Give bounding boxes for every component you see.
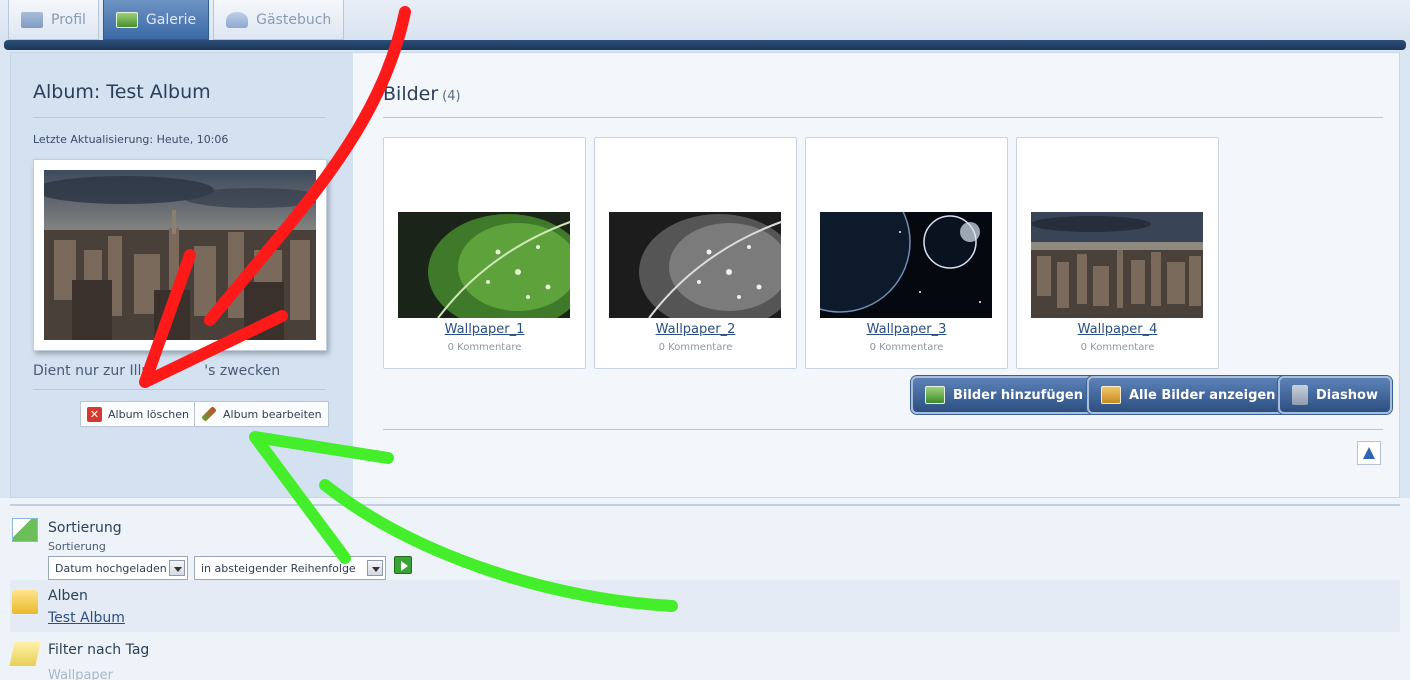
divider [383, 117, 1383, 118]
guestbook-icon [226, 11, 249, 28]
delete-album-label: Album löschen [108, 407, 190, 421]
tag-filter-section: Filter nach Tag Wallpaper [9, 632, 1400, 680]
nav-divider-bar [4, 40, 1406, 50]
image-thumbnail[interactable] [398, 212, 570, 318]
chevron-down-icon [169, 560, 185, 576]
image-comments: 0 Kommentare [658, 342, 733, 353]
tab-profil[interactable]: Profil [8, 0, 99, 40]
images-heading: Bilder (4) [383, 83, 461, 105]
slideshow-icon [1292, 385, 1308, 405]
pencil-icon [201, 406, 217, 422]
edit-album-button[interactable]: Album bearbeiten [194, 401, 329, 427]
image-card[interactable]: Wallpaper_4 0 Kommentare [1016, 137, 1219, 369]
album-description: Dient nur zur Illu 's zwecken [33, 363, 280, 379]
image-thumbnail[interactable] [820, 212, 992, 318]
add-image-icon [925, 386, 945, 404]
chevron-down-icon [367, 560, 383, 576]
tag-link[interactable]: Wallpaper [48, 668, 113, 680]
sort-field-value: Datum hochgeladen [55, 561, 167, 575]
divider [383, 429, 1383, 430]
tab-label: Profil [51, 11, 86, 28]
options-panel: Sortierung Sortierung Datum hochgeladen … [0, 498, 1410, 680]
tab-gaestebuch[interactable]: Gästebuch [213, 0, 345, 40]
image-thumbnail[interactable] [609, 212, 781, 318]
apply-sort-button[interactable] [394, 556, 412, 574]
add-images-button[interactable]: Bilder hinzufügen [911, 376, 1097, 414]
images-count: (4) [442, 89, 461, 104]
tab-galerie[interactable]: Galerie [102, 0, 210, 40]
image-title-link[interactable]: Wallpaper_4 [1017, 322, 1218, 337]
folder-icon [12, 590, 38, 614]
album-link[interactable]: Test Album [48, 610, 125, 626]
sort-order-value: in absteigender Reihenfolge [201, 561, 356, 575]
image-comments: 0 Kommentare [869, 342, 944, 353]
sort-field-select[interactable]: Datum hochgeladen [48, 556, 188, 580]
scroll-top-button[interactable] [1357, 441, 1381, 465]
sort-heading: Sortierung [48, 520, 122, 536]
show-all-images-label: Alle Bilder anzeigen [1129, 387, 1276, 403]
album-title: Album: Test Album [33, 81, 211, 103]
profile-icon [21, 11, 43, 28]
slideshow-button[interactable]: Diashow [1278, 376, 1392, 414]
edit-album-label: Album bearbeiten [223, 407, 322, 421]
image-title-link[interactable]: Wallpaper_2 [595, 322, 796, 337]
sort-section: Sortierung Sortierung Datum hochgeladen … [10, 506, 1400, 580]
sort-icon [12, 518, 38, 542]
image-card[interactable]: Wallpaper_2 0 Kommentare [594, 137, 797, 369]
image-card[interactable]: Wallpaper_3 0 Kommentare [805, 137, 1008, 369]
albums-heading: Alben [48, 588, 88, 604]
description-text-end: 's zwecken [204, 363, 281, 379]
album-panel: Album: Test Album Letzte Aktualisierung:… [10, 52, 1400, 498]
album-sidebar: Album: Test Album Letzte Aktualisierung:… [11, 53, 353, 497]
divider [33, 117, 325, 118]
add-images-label: Bilder hinzufügen [953, 387, 1083, 403]
slideshow-label: Diashow [1316, 387, 1378, 403]
tag-filter-heading: Filter nach Tag [48, 642, 150, 658]
description-text: Dient nur zur Illu [33, 363, 151, 379]
images-content: Bilder (4) Wallpaper_1 0 Kommentare Wall… [353, 53, 1399, 497]
tag-icon [9, 642, 41, 666]
album-cover-image [44, 170, 316, 340]
delete-album-button[interactable]: ✕ Album löschen [80, 401, 197, 427]
image-comments: 0 Kommentare [447, 342, 522, 353]
tabs: Profil Galerie Gästebuch [8, 0, 345, 40]
show-all-images-button[interactable]: Alle Bilder anzeigen [1087, 376, 1290, 414]
image-thumbnail[interactable] [1031, 212, 1203, 318]
delete-icon: ✕ [87, 406, 102, 422]
image-title-link[interactable]: Wallpaper_3 [806, 322, 1007, 337]
image-comments: 0 Kommentare [1080, 342, 1155, 353]
divider [33, 389, 325, 390]
album-cover[interactable] [33, 159, 327, 351]
last-update: Letzte Aktualisierung: Heute, 10:06 [33, 133, 229, 146]
albums-section: Alben Test Album [10, 580, 1400, 632]
image-card[interactable]: Wallpaper_1 0 Kommentare [383, 137, 586, 369]
images-heading-text: Bilder [383, 83, 439, 105]
image-title-link[interactable]: Wallpaper_1 [384, 322, 585, 337]
all-images-icon [1101, 386, 1121, 404]
sort-order-select[interactable]: in absteigender Reihenfolge [194, 556, 386, 580]
sort-sublabel: Sortierung [48, 540, 106, 553]
tab-label: Galerie [145, 11, 197, 28]
tab-label: Gästebuch [256, 11, 332, 28]
gallery-icon [115, 11, 138, 28]
